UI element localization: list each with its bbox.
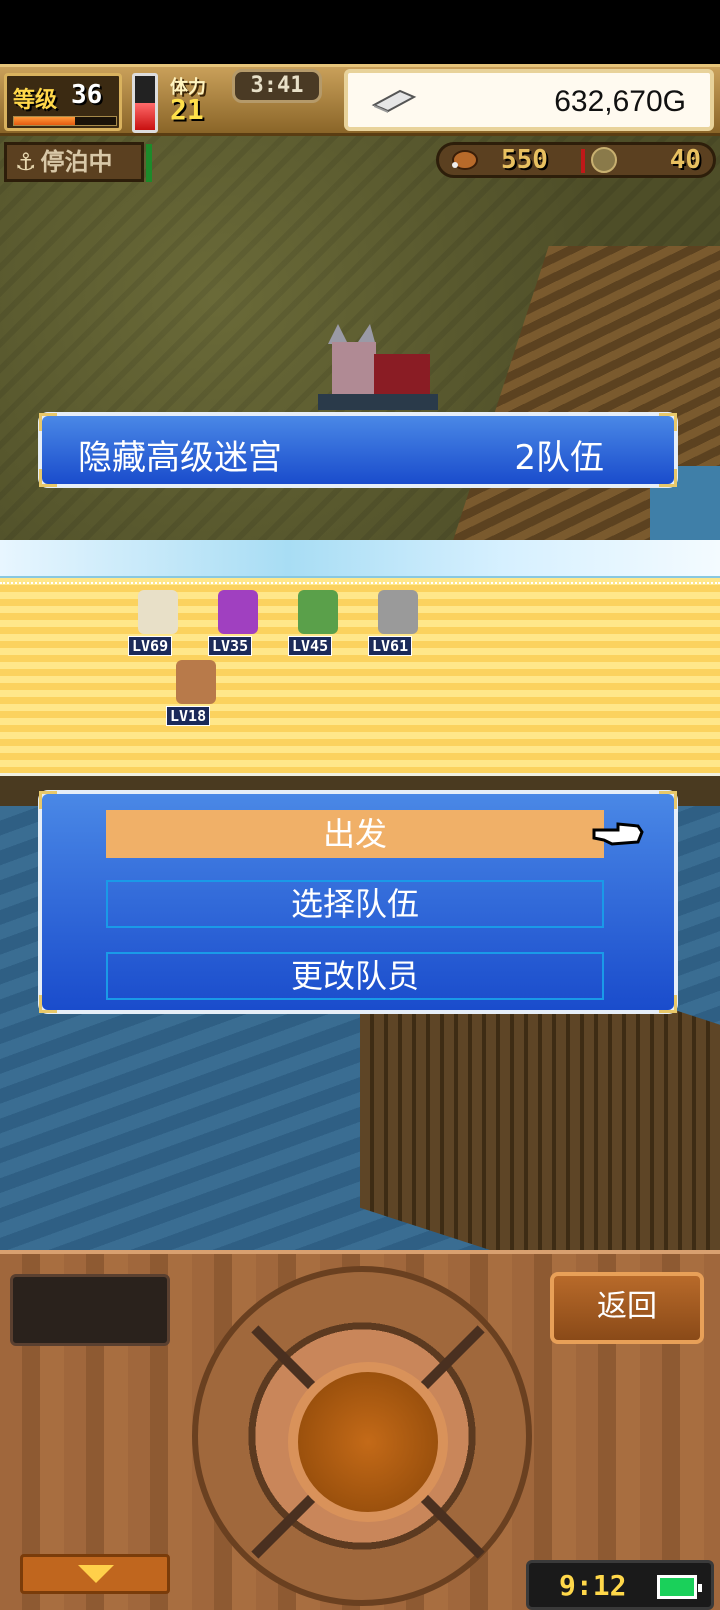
dpad[interactable] bbox=[192, 1266, 532, 1606]
corner-ornament bbox=[659, 413, 677, 431]
party-member[interactable]: LV35 bbox=[206, 586, 272, 660]
control-panel: 返回 9:12 bbox=[0, 1250, 720, 1610]
character-sprite bbox=[176, 660, 216, 704]
resource-divider bbox=[581, 149, 585, 173]
party-member[interactable]: LV69 bbox=[126, 586, 192, 660]
corner-ornament bbox=[659, 995, 677, 1013]
level-value: 36 bbox=[71, 80, 103, 110]
status-indicator bbox=[146, 144, 152, 182]
clock-panel: 9:12 bbox=[526, 1560, 714, 1610]
stamina-gauge bbox=[132, 73, 158, 133]
dungeon-title: 隐藏高级迷宫 bbox=[78, 438, 282, 478]
status-label: 停泊中 bbox=[40, 148, 113, 176]
stamina-fill bbox=[135, 103, 155, 130]
party-divider bbox=[0, 582, 720, 584]
depart-button[interactable]: 出发 bbox=[106, 810, 604, 858]
gold-panel: 632,670G bbox=[344, 69, 714, 131]
corner-ornament bbox=[39, 995, 57, 1013]
xp-bar bbox=[13, 116, 117, 126]
party-strip: LV69 LV35 LV45 LV61 LV18 bbox=[0, 578, 720, 776]
member-level: LV35 bbox=[208, 636, 253, 656]
top-status-area bbox=[0, 0, 720, 64]
scroll-down-button[interactable] bbox=[20, 1554, 170, 1594]
party-strip-header bbox=[0, 540, 720, 578]
monster-sprite[interactable] bbox=[318, 324, 438, 414]
clock: 9:12 bbox=[559, 1569, 627, 1602]
coin-count: 40 bbox=[669, 145, 701, 175]
gold-value: 632,670G bbox=[554, 85, 686, 118]
select-party-button[interactable]: 选择队伍 bbox=[106, 880, 604, 928]
party-member[interactable]: LV61 bbox=[366, 586, 432, 660]
character-sprite bbox=[138, 590, 178, 634]
corner-ornament bbox=[39, 469, 57, 487]
level-box: 等级 36 bbox=[4, 73, 122, 131]
anchor-icon: ⚓ bbox=[15, 148, 37, 176]
empty-slot bbox=[10, 1274, 170, 1346]
dungeon-banner: 隐藏高级迷宫 2队伍 bbox=[38, 412, 678, 488]
level-label: 等级 bbox=[13, 88, 58, 113]
silver-bar-icon bbox=[371, 89, 417, 113]
back-button[interactable]: 返回 bbox=[550, 1272, 704, 1344]
stamina-value: 21 bbox=[170, 93, 204, 126]
party-member[interactable]: LV18 bbox=[164, 656, 230, 730]
corner-ornament bbox=[659, 791, 677, 809]
hud-bar: 等级 36 体力 21 3:41 632,670G bbox=[0, 64, 720, 136]
meat-icon bbox=[452, 150, 478, 170]
anchored-status: ⚓ 停泊中 bbox=[4, 142, 144, 182]
resource-panel: 550 40 bbox=[436, 142, 716, 178]
character-sprite bbox=[378, 590, 418, 634]
character-sprite bbox=[298, 590, 338, 634]
party-member[interactable]: LV45 bbox=[286, 586, 352, 660]
corner-ornament bbox=[39, 791, 57, 809]
battery-icon bbox=[657, 1575, 702, 1599]
party-count: 2队伍 bbox=[514, 438, 604, 478]
action-menu: 出发 选择队伍 更改队员 bbox=[38, 790, 678, 1014]
corner-ornament bbox=[659, 469, 677, 487]
xp-fill bbox=[14, 117, 76, 125]
change-members-button[interactable]: 更改队员 bbox=[106, 952, 604, 1000]
corner-ornament bbox=[39, 413, 57, 431]
timer: 3:41 bbox=[232, 69, 322, 103]
coin-icon bbox=[591, 147, 617, 173]
character-sprite bbox=[218, 590, 258, 634]
member-level: LV45 bbox=[288, 636, 333, 656]
down-arrow-icon bbox=[78, 1565, 114, 1583]
hand-pointer-icon bbox=[592, 822, 644, 846]
dpad-center-button[interactable] bbox=[288, 1362, 448, 1522]
member-level: LV69 bbox=[128, 636, 173, 656]
member-level: LV18 bbox=[166, 706, 211, 726]
member-level: LV61 bbox=[368, 636, 413, 656]
food-count: 550 bbox=[501, 145, 548, 175]
